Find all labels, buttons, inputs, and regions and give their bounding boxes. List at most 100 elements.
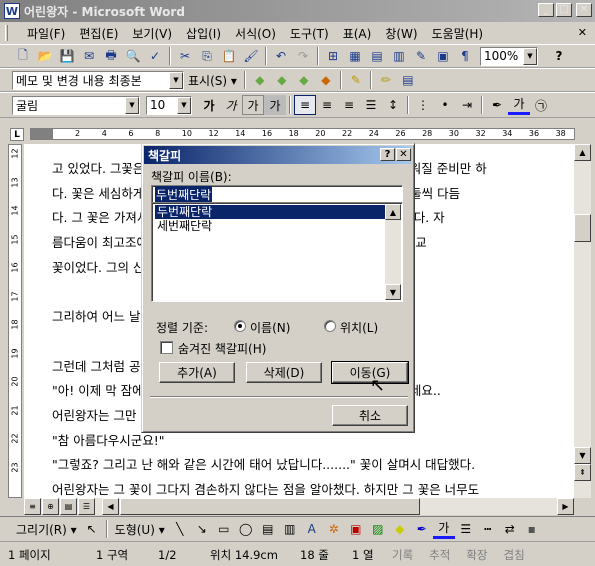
undo-icon[interactable]: ↶ bbox=[270, 46, 292, 66]
indent-icon[interactable]: ⇥ bbox=[456, 95, 478, 115]
char-shading-button[interactable]: 가 bbox=[264, 95, 286, 115]
dialog-close-button[interactable]: ✕ bbox=[396, 148, 411, 161]
arrow-icon[interactable]: ↘ bbox=[191, 519, 213, 539]
sort-by-name-label[interactable]: 이름(N) bbox=[250, 319, 290, 336]
sort-by-name-radio[interactable] bbox=[234, 320, 246, 332]
tab-selector[interactable]: L bbox=[10, 128, 24, 141]
accept-change-icon[interactable]: ◆ bbox=[293, 70, 315, 90]
minimize-button[interactable]: _ bbox=[538, 3, 554, 17]
status-ovr[interactable]: 겹침 bbox=[496, 547, 533, 563]
textbox-icon[interactable]: ▤ bbox=[257, 519, 279, 539]
clipart-icon[interactable]: ▣ bbox=[345, 519, 367, 539]
paste-icon[interactable]: 📋 bbox=[218, 46, 240, 66]
rectangle-icon[interactable]: ▭ bbox=[213, 519, 235, 539]
print-icon[interactable]: 🖶 bbox=[100, 46, 122, 66]
scroll-left-icon[interactable]: ◀ bbox=[102, 498, 119, 515]
picture-icon[interactable]: ▨ bbox=[367, 519, 389, 539]
line-color-icon[interactable]: ✒ bbox=[411, 519, 433, 539]
format-painter-icon[interactable]: 🖌 bbox=[240, 46, 262, 66]
menu-format[interactable]: 서식(O) bbox=[228, 23, 283, 44]
menu-table[interactable]: 표(A) bbox=[336, 23, 379, 44]
save-icon[interactable]: 💾 bbox=[56, 46, 78, 66]
list-item[interactable]: 세번째단락 bbox=[155, 219, 387, 233]
copy-icon[interactable]: ⎘ bbox=[196, 46, 218, 66]
new-document-icon[interactable]: 🗋 bbox=[12, 46, 34, 66]
oval-icon[interactable]: ◯ bbox=[235, 519, 257, 539]
menu-edit[interactable]: 편집(E) bbox=[72, 23, 125, 44]
highlight-color-icon[interactable]: ✒ bbox=[486, 95, 508, 115]
char-border-button[interactable]: 가 bbox=[242, 95, 264, 115]
bullets-icon[interactable]: • bbox=[434, 95, 456, 115]
cut-icon[interactable]: ✂ bbox=[174, 46, 196, 66]
next-change-icon[interactable]: ◆ bbox=[271, 70, 293, 90]
spelling-icon[interactable]: ✓ bbox=[144, 46, 166, 66]
dialog-title-bar[interactable]: 책갈피 ? ✕ bbox=[144, 146, 412, 164]
vertical-scrollbar[interactable]: ▲ ▼ ⇞ bbox=[574, 144, 591, 498]
display-for-review-select[interactable]: 메모 및 변경 내용 최종본 ▼ bbox=[12, 70, 184, 90]
menu-window[interactable]: 창(W) bbox=[378, 23, 424, 44]
line-style-icon[interactable]: ☰ bbox=[455, 519, 477, 539]
menu-view[interactable]: 보기(V) bbox=[125, 23, 179, 44]
reviewing-pane-icon[interactable]: ▤ bbox=[397, 70, 419, 90]
show-markup-menu[interactable]: 표시(S) ▾ bbox=[184, 72, 241, 89]
list-scrollbar[interactable]: ▲ ▼ bbox=[385, 204, 401, 300]
scroll-down-icon[interactable]: ▼ bbox=[574, 447, 591, 464]
previous-change-icon[interactable]: ◆ bbox=[249, 70, 271, 90]
close-document-icon[interactable]: ✕ bbox=[578, 26, 587, 39]
maximize-button[interactable]: □ bbox=[556, 3, 572, 17]
italic-button[interactable]: 가 bbox=[220, 95, 242, 115]
font-name-select[interactable]: 굴림 ▼ bbox=[12, 95, 140, 115]
autoshapes-menu[interactable]: 도형(U) ▾ bbox=[111, 521, 169, 538]
line-icon[interactable]: ╲ bbox=[169, 519, 191, 539]
hidden-bookmarks-checkbox[interactable] bbox=[160, 341, 173, 354]
previous-page-icon[interactable]: ⇞ bbox=[574, 464, 591, 481]
normal-view-icon[interactable]: ≡ bbox=[24, 498, 41, 515]
list-scroll-down-icon[interactable]: ▼ bbox=[385, 284, 401, 300]
menu-grip[interactable] bbox=[5, 25, 8, 41]
close-button[interactable]: ✕ bbox=[576, 3, 592, 17]
status-rec[interactable]: 기록 bbox=[384, 547, 421, 563]
align-left-icon[interactable]: ≡ bbox=[294, 95, 316, 115]
font-color-draw-icon[interactable]: 가 bbox=[432, 519, 455, 539]
status-ext[interactable]: 확장 bbox=[458, 547, 495, 563]
list-item[interactable]: 두번째단락 bbox=[154, 204, 388, 220]
menu-help[interactable]: 도움말(H) bbox=[425, 23, 491, 44]
h-scroll-thumb[interactable] bbox=[120, 498, 420, 515]
word-app-icon[interactable]: W bbox=[4, 3, 20, 19]
font-size-select[interactable]: 10 ▼ bbox=[146, 95, 192, 115]
draw-menu[interactable]: 그리기(R) ▾ bbox=[12, 521, 81, 538]
horizontal-scrollbar[interactable]: ≡ ⊕ ▤ ☰ ◀ ▶ bbox=[24, 498, 574, 515]
print-layout-icon[interactable]: ▤ bbox=[60, 498, 77, 515]
scroll-right-icon[interactable]: ▶ bbox=[557, 498, 574, 515]
menu-file[interactable]: 파일(F) bbox=[20, 23, 72, 44]
insert-table-icon[interactable]: ▤ bbox=[366, 46, 388, 66]
show-hide-icon[interactable]: ¶ bbox=[454, 46, 476, 66]
drawing-icon[interactable]: ✎ bbox=[410, 46, 432, 66]
web-layout-icon[interactable]: ⊕ bbox=[42, 498, 59, 515]
permission-icon[interactable]: ✉ bbox=[78, 46, 100, 66]
columns-icon[interactable]: ▥ bbox=[388, 46, 410, 66]
distribute-icon[interactable]: ☰ bbox=[360, 95, 382, 115]
scroll-thumb[interactable] bbox=[574, 214, 591, 242]
document-map-icon[interactable]: ▣ bbox=[432, 46, 454, 66]
dash-style-icon[interactable]: ┅ bbox=[477, 519, 499, 539]
diagram-icon[interactable]: ✲ bbox=[323, 519, 345, 539]
arrow-style-icon[interactable]: ⇄ bbox=[499, 519, 521, 539]
delete-button[interactable]: 삭제(D) bbox=[246, 362, 322, 383]
align-right-icon[interactable]: ≡ bbox=[338, 95, 360, 115]
cancel-button[interactable]: 취소 bbox=[332, 405, 408, 426]
line-spacing-icon[interactable]: ↕ bbox=[382, 95, 404, 115]
add-button[interactable]: 추가(A) bbox=[159, 362, 235, 383]
scroll-up-icon[interactable]: ▲ bbox=[574, 144, 591, 161]
outline-view-icon[interactable]: ☰ bbox=[78, 498, 95, 515]
shadow-icon[interactable]: ▪ bbox=[521, 519, 543, 539]
bold-button[interactable]: 가 bbox=[198, 95, 220, 115]
dialog-help-button[interactable]: ? bbox=[380, 148, 395, 161]
wordart-icon[interactable]: A bbox=[301, 519, 323, 539]
align-center-icon[interactable]: ≡ bbox=[316, 95, 338, 115]
help-icon[interactable]: ? bbox=[548, 46, 570, 66]
insert-comment-icon[interactable]: ✎ bbox=[345, 70, 367, 90]
tables-borders-icon[interactable]: ▦ bbox=[344, 46, 366, 66]
vertical-textbox-icon[interactable]: ▥ bbox=[279, 519, 301, 539]
open-folder-icon[interactable]: 📂 bbox=[34, 46, 56, 66]
